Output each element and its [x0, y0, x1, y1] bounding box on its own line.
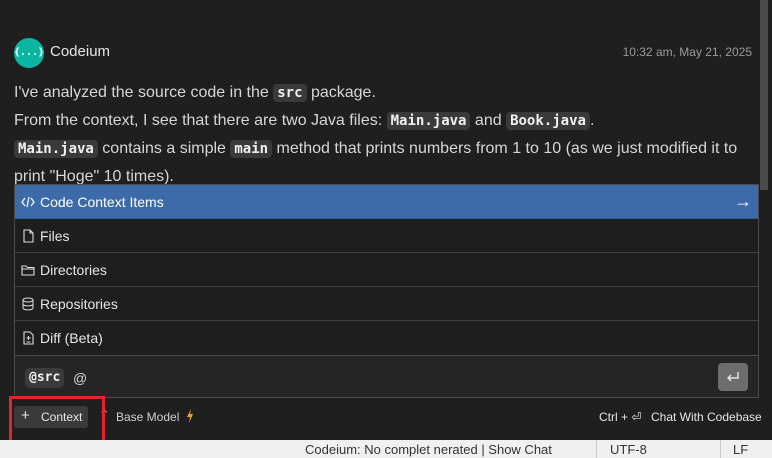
- inline-code: src: [273, 84, 307, 102]
- divider: [596, 440, 597, 458]
- chat-with-codebase-button[interactable]: Chat With Codebase: [651, 410, 762, 424]
- mention-chip[interactable]: @src: [25, 368, 65, 388]
- message-header: {...} Codeium 10:32 am, May 21, 2025: [14, 38, 752, 68]
- annotation-highlight-box: [9, 396, 105, 446]
- line-ending-status[interactable]: LF: [733, 442, 748, 457]
- file-icon: [23, 229, 34, 243]
- menu-item-repositories[interactable]: Repositories: [15, 287, 758, 321]
- chat-panel: {...} Codeium 10:32 am, May 21, 2025 I'v…: [0, 0, 772, 446]
- status-bar: Codeium: No complet nerated | Show Chat …: [0, 440, 772, 458]
- menu-item-diff[interactable]: Diff (Beta): [15, 321, 758, 355]
- inline-code: Main.java: [386, 112, 471, 130]
- codeium-avatar-icon: {...}: [14, 38, 44, 68]
- enter-icon: [727, 372, 739, 382]
- message-line-3: Main.java contains a simple main method …: [14, 140, 738, 185]
- inline-code: Book.java: [506, 112, 590, 130]
- typed-text[interactable]: @: [73, 368, 87, 388]
- code-icon: [21, 196, 35, 208]
- database-icon: [22, 297, 34, 311]
- chat-toolbar: + Context ^ Base Model Ctrl + ⏎ Chat Wit…: [0, 400, 772, 434]
- scrollbar[interactable]: [760, 0, 768, 190]
- inline-code: main: [230, 140, 273, 158]
- send-button[interactable]: [718, 363, 748, 391]
- menu-item-directories[interactable]: Directories: [15, 253, 758, 287]
- message-line-2: From the context, I see that there are t…: [14, 112, 595, 130]
- model-selector[interactable]: Base Model: [116, 410, 179, 424]
- divider: [720, 440, 721, 458]
- inline-code: Main.java: [14, 140, 98, 158]
- folder-icon: [21, 265, 35, 276]
- context-menu: Code Context Items → Files Directories R…: [14, 184, 759, 356]
- encoding-status[interactable]: UTF-8: [610, 442, 647, 457]
- message-line-1: I've analyzed the source code in the src…: [14, 84, 376, 102]
- chat-input[interactable]: @src @: [14, 356, 759, 398]
- menu-item-code-context-items[interactable]: Code Context Items →: [15, 185, 758, 219]
- message-body: I've analyzed the source code in the src…: [14, 79, 754, 190]
- diff-icon: [23, 331, 34, 345]
- keyboard-shortcut: Ctrl + ⏎: [599, 410, 642, 424]
- codeium-status[interactable]: Codeium: No complet nerated | Show Chat: [305, 442, 552, 457]
- bolt-icon: [187, 409, 193, 423]
- sender-name: Codeium: [50, 43, 111, 60]
- menu-item-files[interactable]: Files: [15, 219, 758, 253]
- message-timestamp: 10:32 am, May 21, 2025: [622, 45, 752, 59]
- arrow-right-icon: →: [734, 191, 752, 211]
